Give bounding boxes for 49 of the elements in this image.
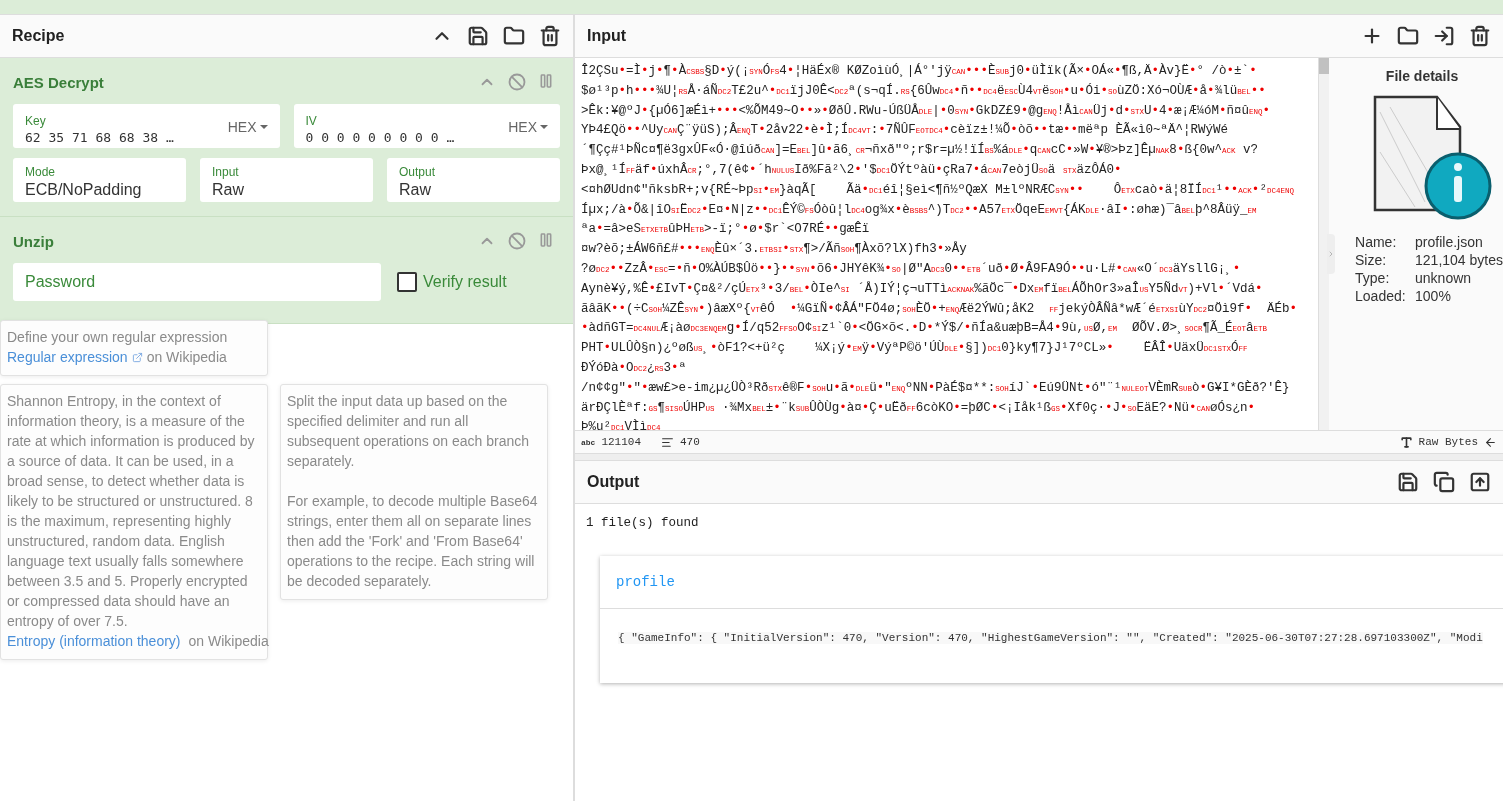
detail-label: Type: [1355,270,1391,286]
lines-count: 470 [680,436,700,448]
popover-text: Shannon Entropy, in the context of information theory, is a measure of the rate at which information is produced by a source of data. It can be used, in a broad sense, to detect whether data is likely to be structured or unstructured. 8 is the maximum, representing highly unstructured, random data. English language text usually falls somewhere between 3.5 and 5. Properly encrypted or compressed data should have an entropy of over 7.5. [7,392,256,631]
argument-field[interactable]: Key 62 35 71 68 68 38 … HEX [13,104,280,148]
detail-value: profile.json [1415,234,1484,250]
upload-icon[interactable] [1469,471,1491,493]
popover-text: Split the input data up based on the specified delimiter and run all subsequent operations on each branch separately. For example, to decode multiple Base64 strings, enter them all on separate lines then add the 'Fork' and 'From Base64' operations to the recipe. Each string will be decoded separately. [287,392,539,591]
input-icon[interactable] [1433,25,1455,47]
argument-field[interactable]: IV 0 0 0 0 0 0 0 0 0 … HEX [293,104,560,148]
verify-checkbox[interactable]: Verify result [397,272,507,292]
operation-title: AES Decrypt [13,73,104,91]
output-summary: 1 file(s) found [586,516,700,530]
password-field[interactable]: Password [13,263,381,301]
detail-value: 121,104 bytes [1415,252,1503,268]
save-icon[interactable] [467,25,489,47]
arrow-icon[interactable] [1484,435,1497,449]
trash-icon[interactable] [1469,25,1491,47]
panel-title: Input [587,27,627,45]
scrollbar-thumb[interactable] [1319,58,1330,74]
folder-icon[interactable] [503,25,525,47]
external-link-icon [131,351,143,363]
copy-icon[interactable] [1433,471,1455,493]
length-count: 121104 [601,436,641,448]
length-label: abc [581,437,596,447]
argument-field[interactable]: Input Raw [200,158,373,202]
popover-text: on Wikipedia [188,632,269,651]
encoding-button[interactable]: Raw Bytes [1418,436,1478,448]
expand-handle[interactable] [1327,234,1336,274]
panel-title: Recipe [12,27,65,45]
lines-icon [661,435,674,449]
save-icon[interactable] [1397,471,1419,493]
details-title: File details [1385,68,1459,84]
format-dropdown[interactable]: HEX [227,119,268,135]
format-dropdown[interactable]: HEX [508,119,548,135]
detail-value: 100% [1415,288,1452,304]
popover-text: on Wikipedia [146,348,227,367]
argument-field[interactable]: Output Raw [387,158,560,202]
panel-title: Output [587,473,640,491]
detail-value: unknown [1415,270,1473,286]
operation-title: Unzip [13,232,54,250]
detail-label: Name: [1355,234,1398,250]
detail-label: Loaded: [1355,288,1407,304]
folder-icon[interactable] [1397,25,1419,47]
text-icon[interactable] [1399,435,1413,449]
detail-label: Size: [1355,252,1388,268]
trash-icon[interactable] [539,25,561,47]
popover-text: Define your own regular expression [7,328,229,347]
argument-field[interactable]: Mode ECB/NoPadding [13,158,186,202]
file-preview: { "GameInfo": { "InitialVersion": 470, "Version": 470, "HighestGameVersion": "", "Created": "2025-06-30T07:27:28.697103300Z", "Modi [618,632,1483,644]
